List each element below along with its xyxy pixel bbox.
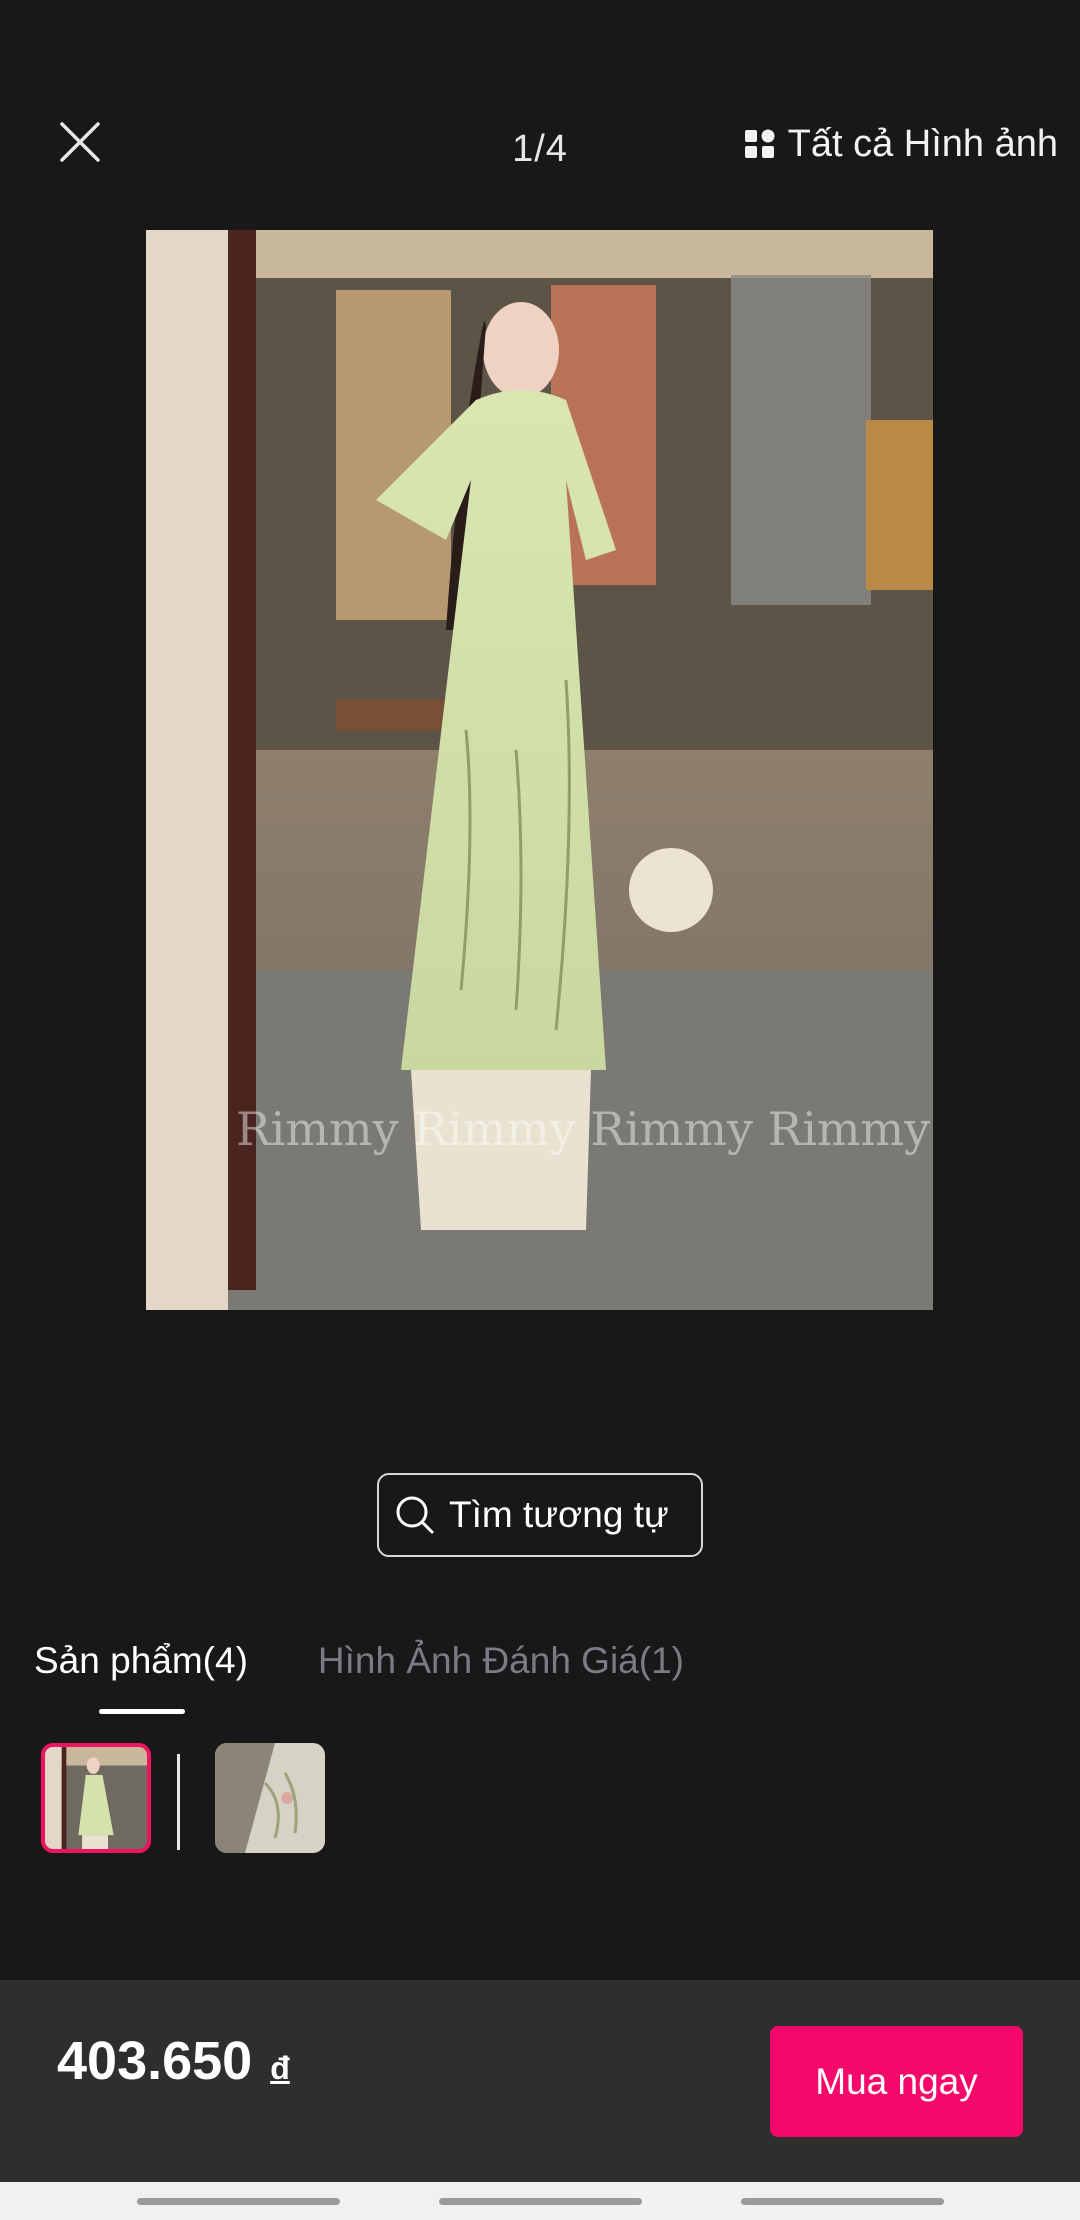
image-viewer-screen: 1/4 Tất cả Hình ảnh Rimmy Rimmy Rimmy Ri… [0,0,1080,2220]
thumbnail-product-1[interactable] [41,1743,151,1853]
nav-pill-left[interactable] [137,2198,340,2205]
nav-pill-right[interactable] [741,2198,944,2205]
media-tabs: Sản phẩm(4) Hình Ảnh Đánh Giá(1) [34,1640,684,1714]
buy-now-button[interactable]: Mua ngay [770,2026,1023,2137]
price: 403.650 đ [57,2030,290,2092]
find-similar-label: Tìm tương tự [449,1494,669,1535]
nav-pill-center[interactable] [439,2198,642,2205]
grid-icon [744,129,775,158]
tab-products[interactable]: Sản phẩm(4) [34,1640,248,1714]
price-amount: 403.650 [57,2031,253,2091]
all-images-label: Tất cả Hình ảnh [787,122,1058,165]
price-currency: đ [270,2050,290,2086]
all-images-button[interactable]: Tất cả Hình ảnh [744,118,1058,170]
product-photo[interactable]: Rimmy Rimmy Rimmy Rimmy [146,230,933,1310]
system-nav-bar [0,2182,1080,2220]
thumbnail-divider [177,1754,180,1850]
search-icon [396,1496,434,1534]
thumbnail-review-1[interactable] [215,1743,325,1853]
find-similar-button[interactable]: Tìm tương tự [377,1473,703,1557]
buy-now-label: Mua ngay [815,2060,978,2102]
photo-watermark: Rimmy Rimmy Rimmy Rimmy [236,1102,930,1156]
tab-review-images[interactable]: Hình Ảnh Đánh Giá(1) [318,1640,684,1708]
